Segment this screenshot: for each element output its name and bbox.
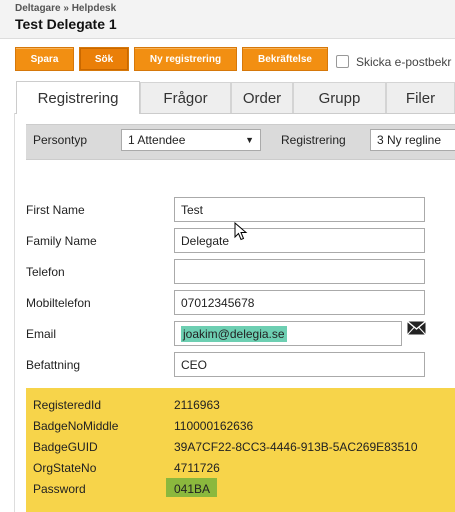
family-name-label: Family Name [26, 234, 97, 248]
befattning-value: CEO [181, 358, 208, 372]
tab-filer[interactable]: Filer [386, 82, 455, 113]
mobiltelefon-field[interactable]: 07012345678 [174, 290, 425, 315]
registrering-select[interactable]: 3 Ny regline [370, 129, 455, 151]
registrering-value: 3 Ny regline [377, 133, 442, 147]
first-name-label: First Name [26, 203, 85, 217]
mobiltelefon-label: Mobiltelefon [26, 296, 91, 310]
befattning-label: Befattning [26, 358, 81, 372]
chevron-down-icon: ▼ [245, 135, 254, 145]
tab-registrering[interactable]: Registrering [16, 81, 140, 114]
email-label: Email [26, 327, 57, 341]
save-button[interactable]: Spara [15, 47, 74, 71]
persontyp-value: 1 Attendee [128, 133, 186, 147]
org-state-no-label: OrgStateNo [33, 461, 97, 475]
badge-guid-label: BadgeGUID [33, 440, 98, 454]
new-registration-button[interactable]: Ny registrering [134, 47, 237, 71]
envelope-icon[interactable] [407, 321, 426, 335]
tab-fragor[interactable]: Frågor [140, 82, 231, 113]
registered-id-value: 2116963 [174, 398, 220, 412]
first-name-field[interactable]: Test [174, 197, 425, 222]
search-button[interactable]: Sök [79, 47, 129, 71]
registrering-label: Registrering [281, 133, 346, 147]
persontyp-label: Persontyp [33, 133, 88, 147]
password-value: 041BA [174, 482, 211, 496]
email-value: joakim@delegia.se [181, 326, 287, 342]
befattning-field[interactable]: CEO [174, 352, 425, 377]
first-name-value: Test [181, 203, 204, 217]
telefon-label: Telefon [26, 265, 65, 279]
badge-no-middle-value: 110000162636 [174, 419, 254, 433]
password-label: Password [33, 482, 86, 496]
mobiltelefon-value: 07012345678 [181, 296, 255, 310]
mouse-pointer-icon [234, 222, 248, 241]
send-email-checkbox-label: Skicka e-postbekr [356, 55, 452, 69]
registered-id-label: RegisteredId [33, 398, 102, 412]
page-header: Deltagare » Helpdesk Test Delegate 1 [0, 0, 455, 39]
tab-grupp[interactable]: Grupp [293, 82, 386, 113]
tab-order[interactable]: Order [231, 82, 293, 113]
persontyp-select[interactable]: 1 Attendee ▼ [121, 129, 261, 151]
send-email-checkbox[interactable] [336, 55, 349, 68]
email-field[interactable]: joakim@delegia.se [174, 321, 402, 346]
org-state-no-value: 4711726 [174, 461, 220, 475]
family-name-field[interactable]: Delegate [174, 228, 425, 253]
badge-no-middle-label: BadgeNoMiddle [33, 419, 119, 433]
breadcrumb: Deltagare » Helpdesk [15, 3, 117, 14]
page-title: Test Delegate 1 [15, 16, 117, 32]
telefon-field[interactable] [174, 259, 425, 284]
family-name-value: Delegate [181, 234, 230, 248]
confirmation-button[interactable]: Bekräftelse [242, 47, 328, 71]
badge-guid-value: 39A7CF22-8CC3-4446-913B-5AC269E83510 [174, 440, 418, 454]
